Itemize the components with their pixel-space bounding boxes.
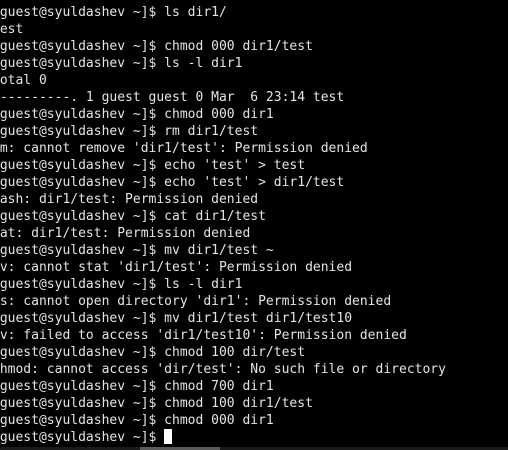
terminal-line: total 0: [0, 73, 47, 88]
terminal-line: test: [0, 22, 24, 37]
terminal-line: [guest@syuldashev ~]$ echo 'test' > dir1…: [0, 175, 345, 190]
terminal-line: [guest@syuldashev ~]$ echo 'test' > test: [0, 158, 306, 173]
terminal-line: [guest@syuldashev ~]$ chmod 700 dir1: [0, 379, 274, 394]
terminal-line: [guest@syuldashev ~]$ cat dir1/test: [0, 209, 266, 224]
terminal-line: [guest@syuldashev ~]$ chmod 000 dir1: [0, 107, 274, 122]
terminal-line: mv: cannot stat 'dir1/test': Permission …: [0, 260, 353, 275]
terminal-prompt-line[interactable]: [guest@syuldashev ~]$: [0, 429, 508, 446]
terminal-line: rm: cannot remove 'dir1/test': Permissio…: [0, 141, 368, 156]
terminal-line: [guest@syuldashev ~]$ ls -l dir1: [0, 56, 243, 71]
terminal-line: [guest@syuldashev ~]$ mv dir1/test ~: [0, 243, 274, 258]
terminal-line: cat: dir1/test: Permission denied: [0, 226, 251, 241]
terminal-cursor: [164, 429, 173, 444]
terminal-window[interactable]: [guest@syuldashev ~]$ ls dir1/ test [gue…: [0, 0, 508, 450]
terminal-line: [guest@syuldashev ~]$ chmod 100 dir1/tes…: [0, 396, 313, 411]
terminal-line: [guest@syuldashev ~]$ chmod 100 dir/test: [0, 345, 306, 360]
terminal-line: [guest@syuldashev ~]$ rm dir1/test: [0, 124, 259, 139]
terminal-line: [guest@syuldashev ~]$ mv dir1/test dir1/…: [0, 311, 353, 326]
terminal-line: bash: dir1/test: Permission denied: [0, 192, 259, 207]
terminal-output: [guest@syuldashev ~]$ ls dir1/ test [gue…: [0, 4, 508, 446]
terminal-line: [guest@syuldashev ~]$ chmod 000 dir1/tes…: [0, 39, 313, 54]
terminal-line: [guest@syuldashev ~]$ ls -l dir1: [0, 277, 243, 292]
terminal-line: [guest@syuldashev ~]$ chmod 000 dir1: [0, 413, 274, 428]
terminal-line: ----------. 1 guest guest 0 Mar 6 23:14 …: [0, 90, 345, 105]
terminal-line: mv: failed to access 'dir1/test10': Perm…: [0, 328, 407, 343]
terminal-line: [guest@syuldashev ~]$ ls dir1/: [0, 5, 227, 20]
terminal-line: ls: cannot open directory 'dir1': Permis…: [0, 294, 392, 309]
terminal-line: chmod: cannot access 'dir/test': No such…: [0, 362, 446, 377]
terminal-prompt: [guest@syuldashev ~]$: [0, 430, 165, 445]
